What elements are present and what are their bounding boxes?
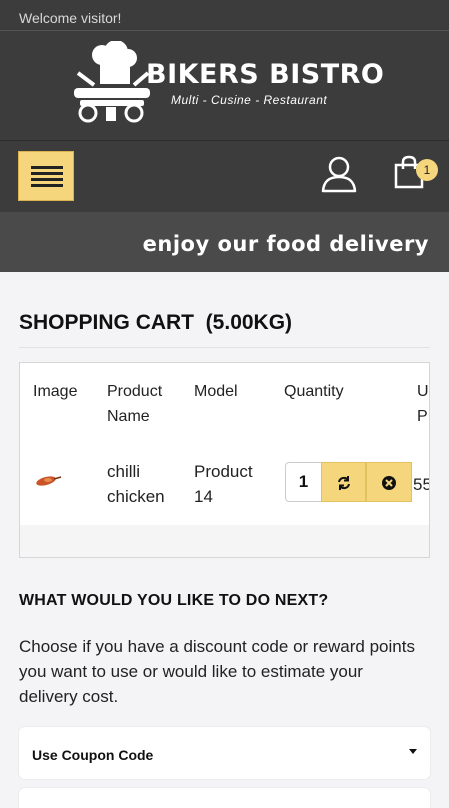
column-header-image: Image xyxy=(33,383,78,400)
coupon-label[interactable]: Use Coupon Code xyxy=(32,747,153,763)
column-header-model: Model xyxy=(194,383,238,400)
next-accordion-panel[interactable] xyxy=(19,788,430,808)
product-name-link[interactable]: chilli chicken xyxy=(107,459,165,509)
close-circle-icon xyxy=(382,476,396,490)
brand-name[interactable]: BIKERS BISTRO xyxy=(146,59,384,90)
promo-text: enjoy our food delivery xyxy=(142,232,429,256)
promo-banner: enjoy our food delivery xyxy=(0,212,449,272)
page-title: SHOPPING CART (5.00KG) xyxy=(19,311,293,334)
section-description: Choose if you have a discount code or re… xyxy=(19,637,415,706)
table-header: Image Product Name Model Quantity U P xyxy=(20,363,429,442)
column-header-product-name: Product Name xyxy=(107,383,163,425)
logo-header: BIKERS BISTRO Multi - Cusine - Restauran… xyxy=(0,31,449,141)
welcome-text: Welcome visitor! xyxy=(19,10,122,26)
product-thumbnail[interactable] xyxy=(32,471,62,496)
table-row: chilli chicken Product 14 1 55 xyxy=(20,441,429,526)
remove-item-button[interactable] xyxy=(366,462,412,502)
column-header-unit-price: U P xyxy=(417,383,429,425)
brand-tagline: Multi - Cusine - Restaurant xyxy=(171,93,328,107)
column-header-quantity: Quantity xyxy=(284,383,344,400)
menu-button[interactable] xyxy=(18,151,74,201)
cart-table: Image Product Name Model Quantity U P ch… xyxy=(19,362,430,558)
chef-logo-icon[interactable] xyxy=(70,40,150,132)
divider xyxy=(19,347,430,348)
section-heading: WHAT WOULD YOU LIKE TO DO NEXT? xyxy=(19,592,329,609)
top-bar: Welcome visitor! xyxy=(0,0,449,31)
product-model: Product 14 xyxy=(194,462,253,506)
unit-price: 55 xyxy=(413,475,429,494)
table-footer xyxy=(20,525,429,557)
hamburger-icon xyxy=(31,166,63,187)
refresh-icon xyxy=(338,476,350,490)
user-icon xyxy=(321,156,357,193)
caret-down-icon[interactable] xyxy=(409,749,417,754)
coupon-accordion[interactable]: Use Coupon Code xyxy=(19,727,430,779)
nav-bar xyxy=(0,141,449,212)
update-quantity-button[interactable] xyxy=(321,462,366,502)
cart-count-badge: 1 xyxy=(416,159,438,181)
quantity-input[interactable]: 1 xyxy=(285,462,321,502)
account-button[interactable] xyxy=(320,155,358,198)
